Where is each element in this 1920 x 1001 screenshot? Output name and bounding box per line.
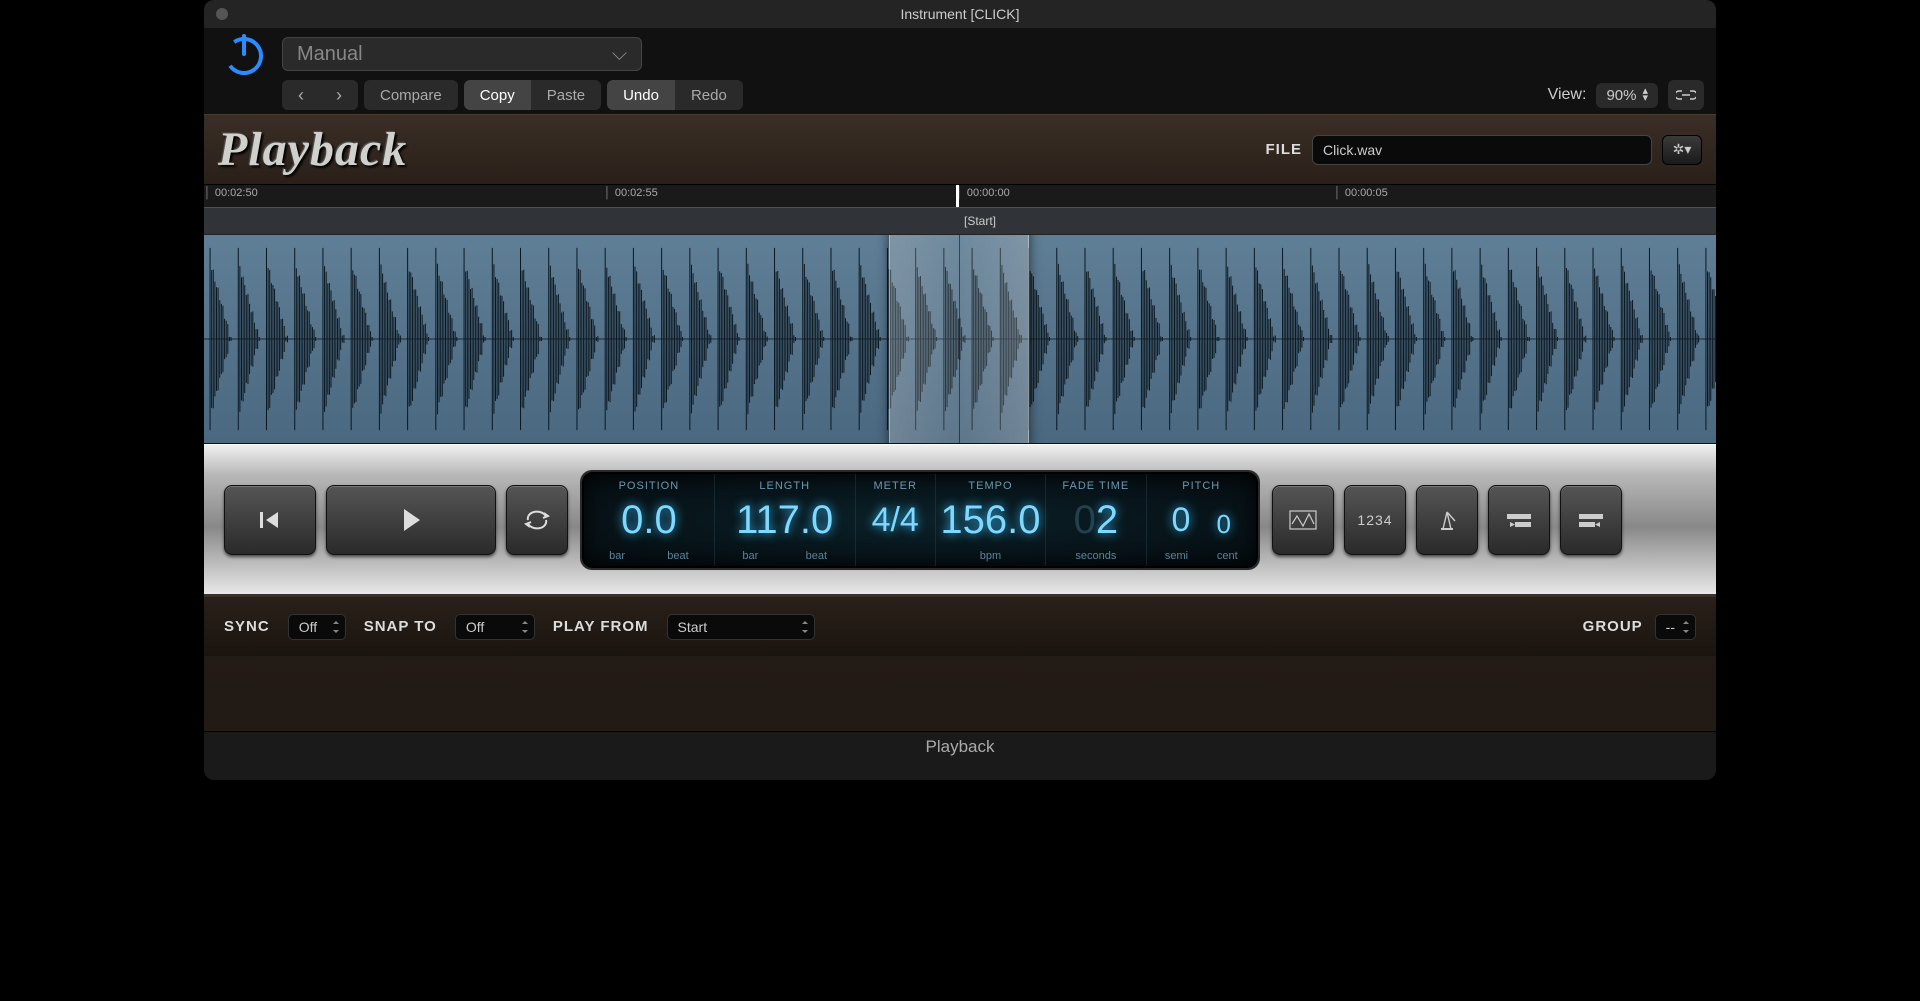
file-label: FILE (1266, 141, 1303, 158)
preset-select[interactable]: Manual ⌵ (282, 37, 642, 71)
lcd-position[interactable]: POSITION 0.0 barbeat (584, 474, 715, 566)
host-toolbar: Manual ⌵ ‹ › Compare Copy Paste Undo Red… (204, 28, 1716, 114)
plugin-logo: Playback (218, 122, 407, 177)
playfrom-label: PLAY FROM (553, 618, 649, 635)
titlebar: Instrument [CLICK] (204, 0, 1716, 28)
lcd-pitch[interactable]: PITCH 00 semicent (1147, 474, 1256, 566)
crossfade-left-icon (1505, 511, 1533, 529)
copy-button[interactable]: Copy (464, 80, 531, 110)
crossfade-left-button[interactable] (1488, 485, 1550, 555)
timeline[interactable]: 00:02:50 00:02:55 00:00:00 00:00:05 [Sta… (204, 184, 1716, 234)
transport-buttons (224, 485, 568, 555)
gear-button[interactable]: ✲▾ (1662, 135, 1702, 165)
plugin-body: Playback FILE Click.wav ✲▾ 00:02:50 00:0… (204, 114, 1716, 731)
view-label: View: (1548, 86, 1587, 104)
return-to-zero-button[interactable] (224, 485, 316, 555)
bottom-controls: SYNC Off SNAP TO Off PLAY FROM Start GRO… (204, 596, 1716, 656)
link-button[interactable] (1668, 80, 1704, 110)
lcd-length[interactable]: LENGTH 117.0 barbeat (715, 474, 856, 566)
plugin-window: Instrument [CLICK] Manual ⌵ ‹ › Compare … (204, 0, 1716, 780)
snapto-select[interactable]: Off (455, 614, 535, 640)
playhead-line (959, 235, 960, 443)
sync-label: SYNC (224, 618, 270, 635)
view-zoom-value: 90% (1606, 87, 1636, 104)
time-tick: 00:02:50 (204, 187, 258, 199)
next-preset-button[interactable]: › (320, 80, 358, 110)
snapto-label: SNAP TO (364, 618, 437, 635)
time-tick: 00:02:55 (604, 187, 658, 199)
redo-button[interactable]: Redo (675, 80, 743, 110)
footer-label: Playback (926, 737, 995, 757)
compare-button[interactable]: Compare (364, 80, 458, 110)
mode-buttons: 1234 (1272, 485, 1622, 555)
group-select[interactable]: -- (1655, 614, 1696, 640)
time-tick: 00:00:05 (1334, 187, 1388, 199)
preset-label: Manual (297, 43, 363, 66)
metronome-icon (1435, 509, 1459, 531)
file-field[interactable]: Click.wav (1312, 135, 1652, 165)
traffic-light-close[interactable] (216, 8, 228, 20)
playhead-marker[interactable] (956, 185, 959, 207)
prev-preset-button[interactable]: ‹ (282, 80, 320, 110)
waveform-display[interactable] (204, 234, 1716, 444)
waveform-icon (1289, 510, 1317, 530)
gear-icon: ✲▾ (1673, 141, 1692, 158)
playfrom-select[interactable]: Start (667, 614, 815, 640)
waveform-mode-button[interactable] (1272, 485, 1334, 555)
view-zoom-select[interactable]: 90% ▴▾ (1596, 83, 1658, 108)
marker-row[interactable]: [Start] (204, 207, 1716, 235)
file-name: Click.wav (1323, 142, 1382, 158)
count-label: 1234 (1357, 512, 1392, 528)
stepper-icon: ▴▾ (1642, 88, 1648, 102)
transport-panel: POSITION 0.0 barbeat LENGTH 117.0 barbea… (204, 444, 1716, 596)
group-label: GROUP (1583, 618, 1643, 635)
power-button[interactable] (216, 26, 272, 82)
crossfade-right-button[interactable] (1560, 485, 1622, 555)
start-marker: [Start] (964, 214, 996, 228)
lcd-tempo[interactable]: TEMPO 156.0 bpm (936, 474, 1046, 566)
time-tick: 00:00:00 (956, 187, 1010, 199)
rtz-icon (257, 507, 283, 533)
timeline-ruler[interactable]: 00:02:50 00:02:55 00:00:00 00:00:05 (204, 185, 1716, 207)
count-button[interactable]: 1234 (1344, 485, 1406, 555)
loop-icon (524, 510, 550, 530)
crossfade-right-icon (1577, 511, 1605, 529)
lcd-display: POSITION 0.0 barbeat LENGTH 117.0 barbea… (582, 472, 1258, 568)
lcd-meter[interactable]: METER 4/4 (856, 474, 936, 566)
chevron-down-icon: ⌵ (612, 43, 627, 66)
undo-button[interactable]: Undo (607, 80, 675, 110)
play-button[interactable] (326, 485, 496, 555)
header-row: Playback FILE Click.wav ✲▾ (204, 114, 1716, 184)
footer: Playback (204, 731, 1716, 761)
metronome-button[interactable] (1416, 485, 1478, 555)
paste-button[interactable]: Paste (531, 80, 601, 110)
loop-button[interactable] (506, 485, 568, 555)
play-icon (396, 505, 426, 535)
window-title: Instrument [CLICK] (900, 6, 1019, 22)
sync-select[interactable]: Off (288, 614, 346, 640)
lcd-fade[interactable]: FADE TIME 02 seconds (1046, 474, 1146, 566)
